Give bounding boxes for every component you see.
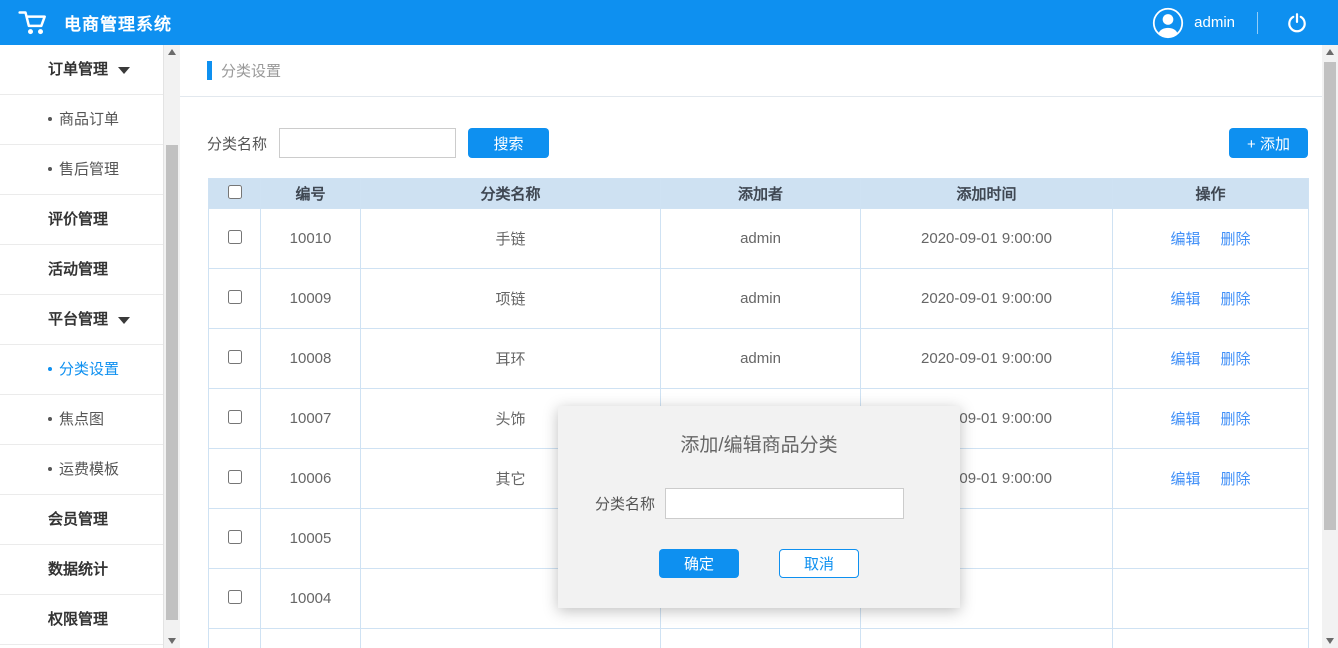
add-category-button[interactable]: + 添加 [1229, 128, 1308, 158]
app-header: 电商管理系统 admin [0, 0, 1338, 45]
bullet-icon [48, 167, 52, 171]
column-header-time: 添加时间 [861, 179, 1113, 209]
chevron-down-icon [118, 317, 130, 324]
column-header-actions: 操作 [1113, 179, 1309, 209]
breadcrumb-text: 分类设置 [221, 60, 281, 81]
bullet-icon [48, 467, 52, 471]
sidebar-item-review-management[interactable]: 评价管理 [0, 195, 163, 245]
modal-title: 添加/编辑商品分类 [558, 430, 960, 457]
scroll-up-icon[interactable] [1322, 45, 1338, 59]
column-header-id: 编号 [261, 179, 361, 209]
edit-link[interactable]: 编辑 [1170, 411, 1200, 428]
sidebar-item-category-settings[interactable]: 分类设置 [0, 345, 163, 395]
search-button[interactable]: 搜索 [468, 128, 549, 158]
scroll-down-icon[interactable] [164, 634, 180, 648]
table-row: 10010 手链 admin 2020-09-01 9:00:00 编辑删除 [209, 209, 1309, 269]
category-name-search-input[interactable] [279, 128, 456, 158]
bullet-icon [48, 117, 52, 121]
row-checkbox[interactable] [228, 410, 242, 424]
edit-link[interactable]: 编辑 [1170, 351, 1200, 368]
breadcrumb: 分类设置 [180, 45, 1322, 97]
delete-link[interactable]: 删除 [1221, 351, 1251, 368]
row-checkbox[interactable] [228, 350, 242, 364]
edit-link[interactable]: 编辑 [1170, 291, 1200, 308]
main-scrollbar[interactable] [1322, 45, 1338, 648]
category-name-input[interactable] [665, 488, 904, 519]
row-checkbox[interactable] [228, 290, 242, 304]
row-checkbox[interactable] [228, 230, 242, 244]
sidebar-item-product-orders[interactable]: 商品订单 [0, 95, 163, 145]
search-form: 分类名称 搜索 [207, 128, 549, 158]
cancel-button[interactable]: 取消 [779, 549, 859, 578]
avatar[interactable] [1152, 7, 1184, 39]
sidebar: 订单管理 商品订单 售后管理 评价管理 活动管理 平台管理 分类设置 焦点图 运… [0, 45, 163, 648]
delete-link[interactable]: 删除 [1221, 231, 1251, 248]
row-checkbox[interactable] [228, 530, 242, 544]
cart-icon [18, 9, 48, 36]
sidebar-item-after-sales[interactable]: 售后管理 [0, 145, 163, 195]
table-row-partial [209, 629, 1309, 648]
edit-link[interactable]: 编辑 [1170, 471, 1200, 488]
sidebar-item-platform-management[interactable]: 平台管理 [0, 295, 163, 345]
sidebar-item-data-statistics[interactable]: 数据统计 [0, 545, 163, 595]
bullet-icon [48, 417, 52, 421]
delete-link[interactable]: 删除 [1221, 471, 1251, 488]
header-divider [1257, 12, 1258, 34]
category-edit-modal: 添加/编辑商品分类 分类名称 确定 取消 [558, 406, 960, 608]
main-scrollbar-thumb[interactable] [1324, 62, 1336, 530]
sidebar-item-shipping-template[interactable]: 运费模板 [0, 445, 163, 495]
sidebar-item-order-management[interactable]: 订单管理 [0, 45, 163, 95]
delete-link[interactable]: 删除 [1221, 291, 1251, 308]
column-header-name: 分类名称 [361, 179, 661, 209]
scroll-up-icon[interactable] [164, 45, 180, 59]
edit-link[interactable]: 编辑 [1170, 231, 1200, 248]
row-checkbox[interactable] [228, 590, 242, 604]
select-all-checkbox[interactable] [228, 185, 242, 199]
row-checkbox[interactable] [228, 470, 242, 484]
table-row: 10008 耳环 admin 2020-09-01 9:00:00 编辑删除 [209, 329, 1309, 389]
column-header-creator: 添加者 [661, 179, 861, 209]
logout-power-icon[interactable] [1286, 12, 1308, 34]
chevron-down-icon [118, 67, 130, 74]
app-title: 电商管理系统 [64, 10, 172, 35]
modal-field-label: 分类名称 [595, 493, 655, 514]
bullet-icon [48, 367, 52, 371]
delete-link[interactable]: 删除 [1221, 411, 1251, 428]
search-field-label: 分类名称 [207, 133, 267, 154]
sidebar-scrollbar[interactable] [163, 45, 180, 648]
table-header-row: 编号 分类名称 添加者 添加时间 操作 [209, 179, 1309, 209]
sidebar-item-focus-image[interactable]: 焦点图 [0, 395, 163, 445]
breadcrumb-accent-bar [207, 61, 212, 80]
scroll-down-icon[interactable] [1322, 634, 1338, 648]
sidebar-item-permission-management[interactable]: 权限管理 [0, 595, 163, 645]
sidebar-scrollbar-thumb[interactable] [166, 145, 178, 620]
table-row: 10009 项链 admin 2020-09-01 9:00:00 编辑删除 [209, 269, 1309, 329]
sidebar-item-activity-management[interactable]: 活动管理 [0, 245, 163, 295]
username[interactable]: admin [1194, 14, 1235, 31]
sidebar-item-member-management[interactable]: 会员管理 [0, 495, 163, 545]
confirm-button[interactable]: 确定 [659, 549, 739, 578]
